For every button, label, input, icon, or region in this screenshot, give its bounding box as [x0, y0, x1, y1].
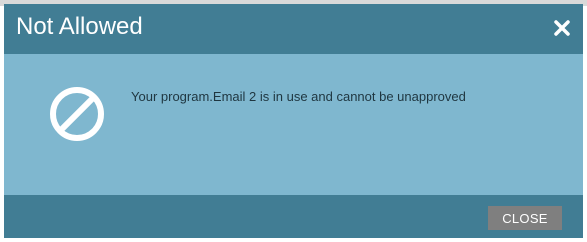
prohibited-icon	[49, 86, 105, 142]
close-button[interactable]: CLOSE	[488, 206, 562, 230]
dialog-footer: CLOSE	[4, 195, 583, 238]
dialog-message: Your program.Email 2 is in use and canno…	[131, 89, 466, 104]
close-icon[interactable]	[551, 17, 573, 39]
dialog-body: Your program.Email 2 is in use and canno…	[4, 54, 583, 195]
dialog-title: Not Allowed	[16, 13, 143, 40]
dialog-header: Not Allowed	[4, 4, 583, 54]
not-allowed-dialog: Not Allowed Your program.Email 2 is in u…	[4, 4, 583, 238]
